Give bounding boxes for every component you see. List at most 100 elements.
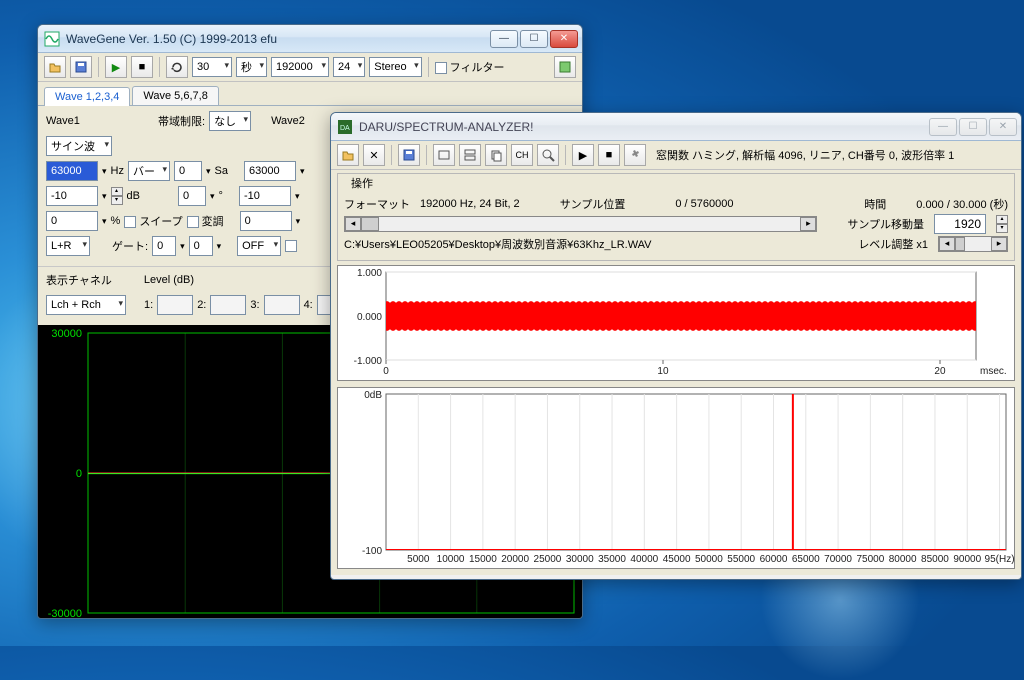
sa-open-button[interactable] (337, 144, 359, 166)
svg-text:20: 20 (934, 366, 946, 377)
sa-copy-button[interactable] (485, 144, 507, 166)
svg-text:ms: ms (576, 618, 582, 619)
samplemove-input[interactable]: 1920 (934, 214, 986, 234)
wave1-type-select[interactable]: サイン波 (46, 136, 112, 156)
spectrum-plot: 5000100001500020000250003000035000400004… (337, 387, 1015, 569)
tab-wave1234[interactable]: Wave 1,2,3,4 (44, 87, 130, 106)
wavegene-titlebar[interactable]: WaveGene Ver. 1.50 (C) 1999-2013 efu — ☐… (38, 25, 582, 53)
spectrum-toolbar: ✕ CH ▶ ■ 窓関数 ハミング, 解析幅 4096, リニア, CH番号 0… (331, 141, 1021, 170)
svg-text:5000: 5000 (407, 554, 430, 565)
svg-text:10: 10 (657, 366, 669, 377)
sa-minimize-button[interactable]: — (929, 118, 957, 136)
svg-text:-30000: -30000 (48, 608, 82, 619)
svg-text:15000: 15000 (469, 554, 497, 565)
level-db-label: Level (dB) (144, 274, 194, 286)
wave2-enable-checkbox[interactable] (285, 240, 300, 252)
samplemove-spinner[interactable]: ▴▾ (996, 215, 1008, 233)
wavegene-title: WaveGene Ver. 1.50 (C) 1999-2013 efu (66, 32, 490, 46)
mod-checkbox[interactable]: 変調 (187, 213, 224, 229)
wave2-freq-input[interactable]: 63000 (244, 161, 296, 181)
duration-select[interactable]: 30 (192, 57, 232, 77)
maximize-button[interactable]: ☐ (520, 30, 548, 48)
svg-text:20000: 20000 (501, 554, 529, 565)
svg-text:55000: 55000 (727, 554, 755, 565)
format-value: 192000 Hz, 24 Bit, 2 (420, 198, 520, 210)
bar-value[interactable]: 0 (174, 161, 202, 181)
spectrum-title: DARU/SPECTRUM-ANALYZER! (359, 120, 929, 134)
open-button[interactable] (44, 56, 66, 78)
svg-text:35000: 35000 (598, 554, 626, 565)
svg-text:0: 0 (76, 468, 82, 480)
gate-input[interactable]: 0 (152, 236, 176, 256)
play-button[interactable]: ▶ (105, 56, 127, 78)
level-spinner[interactable]: ▴▾ (111, 187, 123, 205)
svg-text:60000: 60000 (760, 554, 788, 565)
samplepos-label: サンプル位置 (560, 196, 626, 212)
svg-text:-100: -100 (362, 546, 382, 557)
wave2-level-input[interactable]: -10 (239, 186, 291, 206)
sa-view1-button[interactable] (433, 144, 455, 166)
svg-text:5: 5 (571, 618, 577, 619)
samplepos-value: 0 / 5760000 (675, 198, 733, 210)
wave2-header: Wave2 (271, 115, 305, 127)
wave1-freq-input[interactable]: 63000 (46, 161, 98, 181)
sa-save-button[interactable] (398, 144, 420, 166)
filter-checkbox[interactable]: フィルター (435, 59, 505, 75)
spectrum-titlebar[interactable]: DA DARU/SPECTRUM-ANALYZER! — ☐ ✕ (331, 113, 1021, 141)
format-label: フォーマット (344, 196, 410, 212)
leveladj-scrollbar[interactable]: ◂▸ (938, 236, 1008, 252)
extra-button[interactable] (554, 56, 576, 78)
bandlimit-select[interactable]: なし (209, 111, 251, 131)
samplerate-select[interactable]: 192000 (271, 57, 329, 77)
channels-select[interactable]: Stereo (369, 57, 421, 77)
bandlimit-label: 帯域制限: (158, 113, 205, 129)
close-button[interactable]: ✕ (550, 30, 578, 48)
time-label: 時間 (864, 196, 886, 212)
stop-button[interactable]: ■ (131, 56, 153, 78)
tab-wave5678[interactable]: Wave 5,6,7,8 (132, 86, 218, 105)
wave2-ch-select[interactable]: OFF (237, 236, 281, 256)
display-channel-label: 表示チャネル (46, 272, 112, 288)
svg-text:1: 1 (182, 618, 188, 619)
sa-view2-button[interactable] (459, 144, 481, 166)
svg-text:95(Hz): 95(Hz) (985, 554, 1015, 565)
svg-text:65000: 65000 (792, 554, 820, 565)
bitdepth-select[interactable]: 24 (333, 57, 365, 77)
bar-select[interactable]: バー (128, 161, 170, 181)
wave1-level-input[interactable]: -10 (46, 186, 98, 206)
position-scrollbar[interactable]: ◂▸ (344, 216, 817, 232)
sa-close-file-button[interactable]: ✕ (363, 144, 385, 166)
wave-tabs: Wave 1,2,3,4 Wave 5,6,7,8 (38, 82, 582, 106)
svg-text:10000: 10000 (437, 554, 465, 565)
svg-text:50000: 50000 (695, 554, 723, 565)
sweep-checkbox[interactable]: スイープ (124, 213, 182, 229)
loop-button[interactable] (166, 56, 188, 78)
svg-text:3: 3 (377, 618, 383, 619)
wave2-pct-input[interactable]: 0 (240, 211, 292, 231)
sa-stop-button[interactable]: ■ (598, 144, 620, 166)
wavegene-app-icon (44, 31, 60, 47)
display-channel-select[interactable]: Lch + Rch (46, 295, 126, 315)
wave1-ch-select[interactable]: L+R (46, 236, 90, 256)
sa-play-button[interactable]: ▶ (572, 144, 594, 166)
wave1-pct-input[interactable]: 0 (46, 211, 98, 231)
svg-text:70000: 70000 (824, 554, 852, 565)
svg-text:30000: 30000 (566, 554, 594, 565)
svg-text:4: 4 (474, 618, 480, 619)
sa-zoom-button[interactable] (537, 144, 559, 166)
save-button[interactable] (70, 56, 92, 78)
sa-ch-button[interactable]: CH (511, 144, 533, 166)
svg-text:0: 0 (383, 366, 389, 377)
filepath-label: C:¥Users¥LEO05205¥Desktop¥周波数別音源¥63Khz_L… (344, 236, 848, 252)
svg-text:75000: 75000 (856, 554, 884, 565)
time-value: 0.000 / 30.000 (秒) (916, 196, 1008, 212)
sa-settings-button[interactable] (624, 144, 646, 166)
wave1-header: Wave1 (46, 115, 98, 127)
sa-maximize-button[interactable]: ☐ (959, 118, 987, 136)
phase-input[interactable]: 0 (178, 186, 206, 206)
sa-settings-text: 窓関数 ハミング, 解析幅 4096, リニア, CH番号 0, 波形倍率 1 (656, 147, 954, 163)
duration-unit-select[interactable]: 秒 (236, 57, 267, 77)
minimize-button[interactable]: — (490, 30, 518, 48)
sa-close-button[interactable]: ✕ (989, 118, 1017, 136)
wavegene-toolbar: ▶ ■ 30 秒 192000 24 Stereo フィルター (38, 53, 582, 82)
